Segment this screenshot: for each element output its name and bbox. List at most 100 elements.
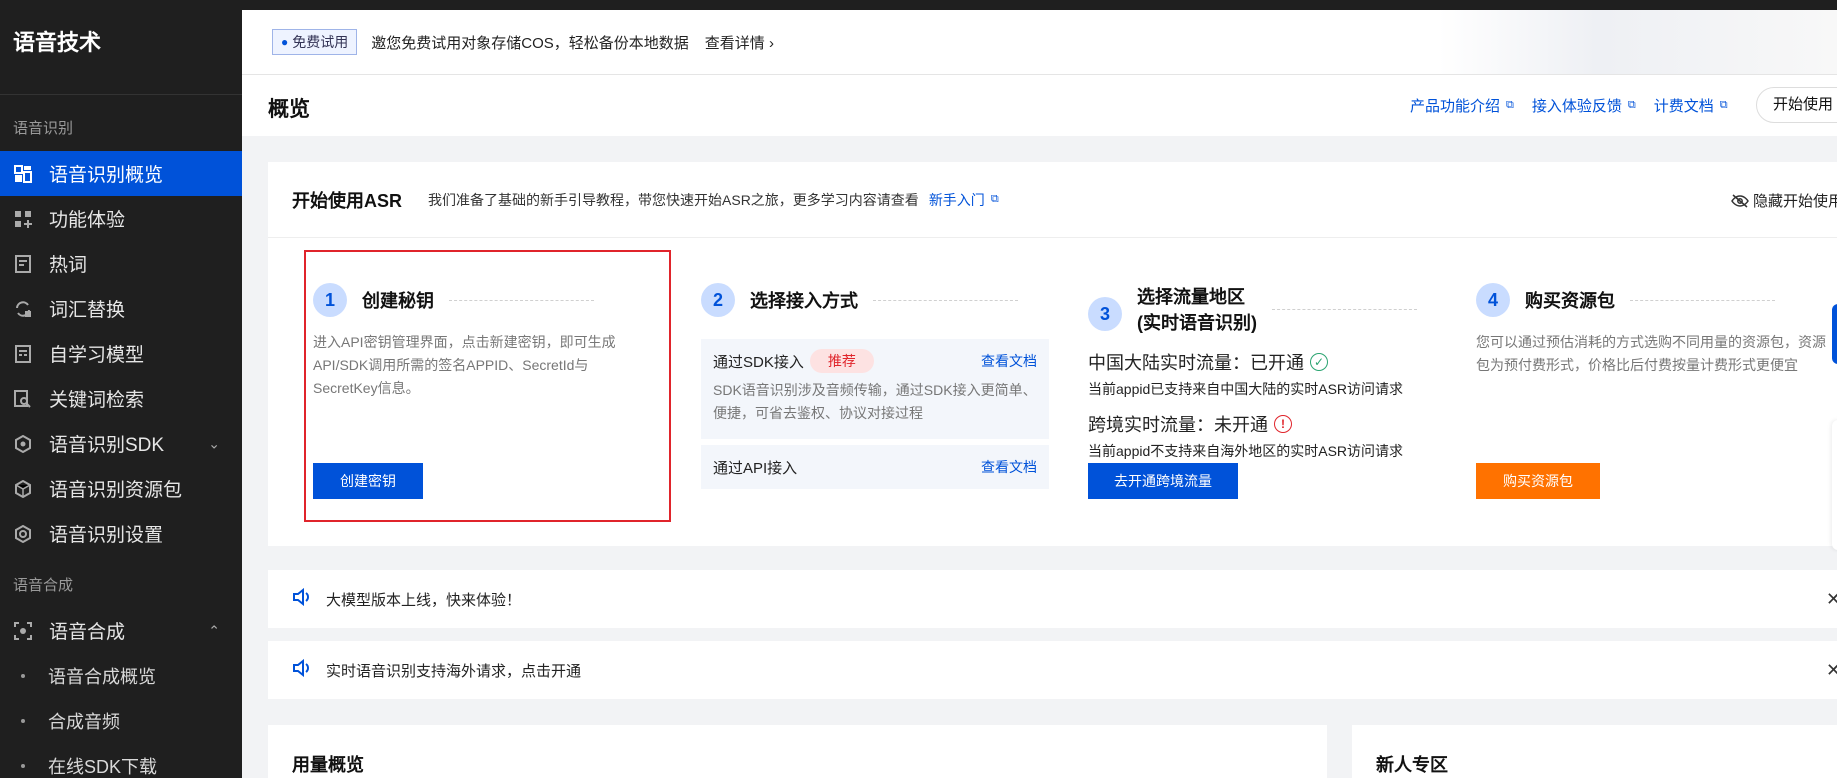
intl-traffic-desc: 当前appid不支持来自海外地区的实时ASR访问请求	[1088, 443, 1404, 459]
speaker-icon	[292, 658, 312, 682]
check-circle-icon: ✓	[1310, 353, 1328, 371]
product-intro-label: 产品功能介绍	[1410, 98, 1501, 115]
sidebar-item-experience[interactable]: 功能体验	[0, 196, 242, 241]
api-doc-link[interactable]: 查看文档	[981, 457, 1037, 477]
header-links: 产品功能介绍 ⧉ 接入体验反馈 ⧉ 计费文档 ⧉	[1410, 95, 1728, 116]
sdk-access-label: 通过SDK接入	[713, 353, 804, 371]
external-link-icon: ⧉	[1719, 99, 1728, 111]
sidebar-item-resource-package[interactable]: 语音识别资源包	[0, 466, 242, 511]
chevron-right-icon: ›	[768, 34, 774, 52]
sidebar-item-asr-overview[interactable]: 语音识别概览	[0, 151, 242, 196]
notice-bar-model: 大模型版本上线，快来体验！ ✕	[268, 570, 1837, 628]
sdk-doc-link[interactable]: 查看文档	[981, 351, 1037, 371]
cn-traffic-label: 中国大陆实时流量：已开通	[1088, 353, 1304, 373]
newbie-zone-title: 新人专区	[1376, 755, 1448, 775]
billing-doc-label: 计费文档	[1653, 98, 1714, 115]
recommend-badge: 推荐	[809, 349, 874, 373]
hotword-icon	[13, 254, 33, 274]
close-icon[interactable]: ✕	[1826, 660, 1837, 681]
notice-text[interactable]: 大模型版本上线，快来体验！	[326, 589, 521, 610]
hide-start-label: 隐藏开始使用	[1753, 193, 1837, 210]
sidebar-item-label: 语音识别资源包	[49, 480, 183, 501]
banner-text: 邀您免费试用对象存储COS，轻松备份本地数据	[371, 34, 689, 52]
notice-bar-overseas: 实时语音识别支持海外请求，点击开通 ✕	[268, 641, 1837, 699]
newbie-guide-label: 新手入门	[928, 191, 985, 208]
api-access-option[interactable]: 通过API接入 查看文档	[701, 445, 1049, 489]
sidebar-item-label: 语音识别SDK	[49, 435, 165, 456]
step-divider	[1630, 299, 1775, 301]
feedback-link[interactable]: 接入体验反馈 ⧉	[1532, 95, 1636, 116]
settings-icon	[13, 524, 33, 544]
notice-text[interactable]: 实时语音识别支持海外请求，点击开通	[326, 660, 581, 681]
floating-service-tab[interactable]	[1832, 304, 1837, 364]
usage-overview-title: 用量概览	[292, 755, 364, 775]
step-desc: 您可以通过预估消耗的方式选购不同用量的资源包，资源包为预付费形式，价格比后付费按…	[1476, 334, 1826, 373]
intl-traffic-label: 跨境实时流量：未开通	[1088, 415, 1268, 435]
external-link-icon: ⧉	[1506, 99, 1514, 111]
step-divider	[873, 299, 1018, 301]
sidebar-item-settings[interactable]: 语音识别设置	[0, 511, 242, 556]
page-title: 概览	[268, 98, 310, 121]
sidebar-item-label: 语音识别概览	[49, 165, 164, 186]
drop-icon: ●	[281, 35, 289, 49]
chevron-down-icon[interactable]: ⌄	[208, 435, 220, 452]
eye-off-icon	[1731, 193, 1749, 208]
step-title: 选择流量地区	[1137, 287, 1245, 307]
newbie-guide-link[interactable]: 新手入门 ⧉	[929, 190, 999, 210]
sidebar-subitem-synthesis-overview[interactable]: 语音合成概览	[0, 653, 242, 698]
apps-icon	[13, 209, 33, 229]
hide-start-button[interactable]: 隐藏开始使用	[1731, 190, 1837, 211]
external-link-icon: ⧉	[990, 193, 999, 205]
free-trial-tag: ● 免费试用	[272, 29, 358, 55]
step-number: 2	[701, 283, 735, 317]
step-number: 4	[1476, 283, 1510, 317]
sidebar-item-synthesis[interactable]: 语音合成 ⌃	[0, 608, 242, 653]
banner-details-link[interactable]: 查看详情 ›	[705, 32, 774, 53]
start-asr-title: 开始使用ASR	[292, 190, 403, 211]
sidebar: 语音技术 语音识别 语音识别概览 功能体验 热词 词汇替换 自学习模型 关键词检…	[0, 0, 242, 778]
chevron-up-icon[interactable]: ⌃	[208, 622, 220, 639]
dashboard-icon	[13, 164, 33, 184]
sidebar-item-replace[interactable]: 词汇替换	[0, 286, 242, 331]
sidebar-item-label: 词汇替换	[49, 300, 126, 321]
sidebar-subitem-synthesis-audio[interactable]: 合成音频	[0, 698, 242, 743]
close-icon[interactable]: ✕	[1826, 589, 1837, 610]
floating-panel-tab[interactable]	[1832, 420, 1837, 550]
page-header: 概览 产品功能介绍 ⧉ 接入体验反馈 ⧉ 计费文档 ⧉ 开始使用	[242, 74, 1837, 136]
buy-package-button[interactable]: 购买资源包	[1476, 463, 1600, 499]
sidebar-item-label: 语音识别设置	[49, 525, 164, 546]
step-access-mode: 2 选择接入方式	[701, 283, 1018, 317]
sdk-access-option[interactable]: 通过SDK接入 推荐 查看文档 SDK语音识别涉及音频传输，通过SDK接入更简单…	[701, 339, 1049, 439]
sidebar-item-self-learning[interactable]: 自学习模型	[0, 331, 242, 376]
error-circle-icon: !	[1274, 415, 1292, 433]
start-use-button[interactable]: 开始使用	[1756, 87, 1837, 123]
model-icon	[13, 344, 33, 364]
search-doc-icon	[13, 389, 33, 409]
sidebar-item-keyword-search[interactable]: 关键词检索	[0, 376, 242, 421]
sdk-access-desc: SDK语音识别涉及音频传输，通过SDK接入更简单、便捷，可省去鉴权、协议对接过程	[713, 382, 1037, 421]
step-subtitle: (实时语音识别)	[1137, 313, 1257, 333]
newbie-zone-card: 新人专区	[1352, 725, 1837, 778]
sidebar-subitem-sdk-download[interactable]: 在线SDK下载	[0, 743, 242, 778]
step-buy-package: 4 购买资源包 您可以通过预估消耗的方式选购不同用量的资源包，资源包为预付费形式…	[1476, 283, 1826, 377]
start-asr-card-header: 开始使用ASR 我们准备了基础的新手引导教程，带您快速开始ASR之旅，更多学习内…	[268, 162, 1837, 238]
billing-doc-link[interactable]: 计费文档 ⧉	[1654, 95, 1728, 116]
sidebar-item-label: 功能体验	[49, 210, 126, 231]
promo-banner: ● 免费试用 邀您免费试用对象存储COS，轻松备份本地数据 查看详情 ›	[242, 10, 1837, 74]
step-divider	[1272, 308, 1417, 310]
sdk-icon	[13, 434, 33, 454]
replace-icon	[13, 299, 33, 319]
product-intro-link[interactable]: 产品功能介绍 ⧉	[1410, 95, 1514, 116]
banner-details-label: 查看详情	[704, 34, 765, 52]
sidebar-item-sdk[interactable]: 语音识别SDK ⌄	[0, 421, 242, 466]
step-title: 购买资源包	[1525, 291, 1615, 311]
group-title-synthesis: 语音合成	[13, 577, 74, 594]
start-asr-desc: 我们准备了基础的新手引导教程，带您快速开始ASR之旅，更多学习内容请查看	[428, 191, 919, 208]
cn-traffic-desc: 当前appid已支持来自中国大陆的实时ASR访问请求	[1088, 381, 1404, 397]
open-crossborder-button[interactable]: 去开通跨境流量	[1088, 463, 1238, 499]
sidebar-item-hotword[interactable]: 热词	[0, 241, 242, 286]
api-access-label: 通过API接入	[713, 459, 798, 477]
external-link-icon: ⧉	[1627, 99, 1636, 111]
feedback-label: 接入体验反馈	[1531, 98, 1622, 115]
step-number: 3	[1088, 297, 1122, 331]
